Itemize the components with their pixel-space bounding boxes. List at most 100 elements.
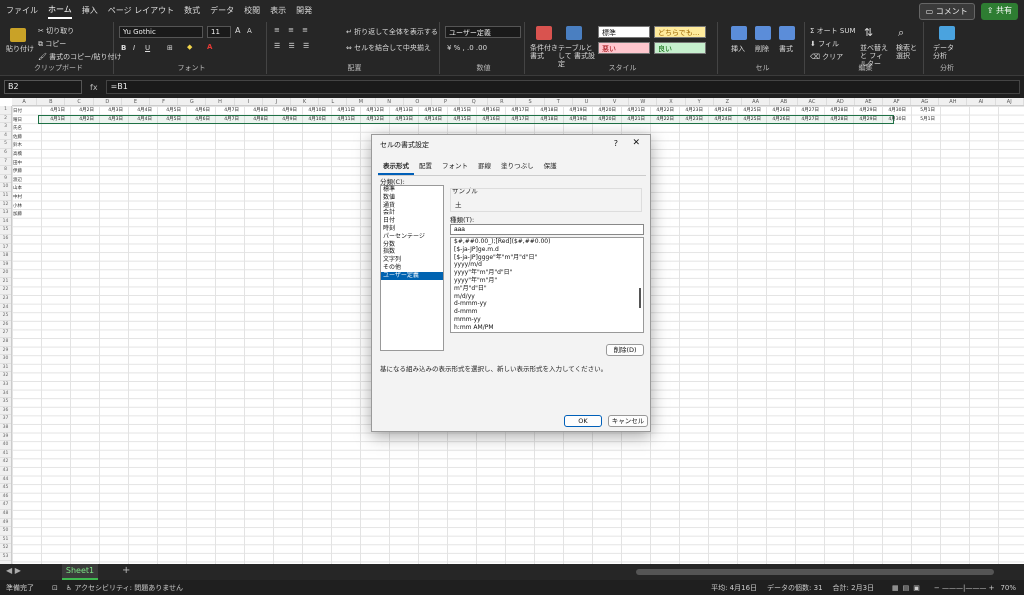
date-cell[interactable]: 5月1日 [908, 116, 937, 125]
row-header[interactable]: 22 [0, 286, 11, 296]
column-header[interactable]: Q [460, 98, 489, 105]
format-item[interactable]: $#,##0.00_);[Red]($#,##0.00) [451, 238, 643, 246]
row-header[interactable]: 5 [0, 140, 11, 149]
row-label-cell[interactable]: 小林 [13, 203, 22, 209]
row-header[interactable]: 16 [0, 235, 11, 244]
row-header[interactable]: 46 [0, 493, 11, 502]
date-cell[interactable]: 4月24日 [705, 107, 734, 116]
wrap-text-button[interactable]: ↵ 折り返して全体を表示する [346, 27, 438, 37]
date-cell[interactable]: 4月7日 [212, 116, 241, 125]
date-cell[interactable]: 4月2日 [67, 107, 96, 116]
column-header[interactable]: F [150, 98, 179, 105]
row-header[interactable]: 27 [0, 329, 11, 339]
row-header[interactable]: 43 [0, 467, 11, 476]
grow-font-button[interactable]: A [235, 26, 240, 35]
tab-data[interactable]: データ [210, 3, 234, 18]
cut-button[interactable]: ✂ 切り取り [38, 26, 74, 36]
column-header[interactable]: A [12, 98, 38, 105]
date-cell[interactable]: 4月8日 [241, 107, 270, 116]
date-cell[interactable]: 4月24日 [705, 116, 734, 125]
view-mode-icons[interactable]: ▦▤▣ [892, 584, 924, 592]
date-cell[interactable]: 4月5日 [154, 107, 183, 116]
format-painter-button[interactable]: 🖌 書式のコピー/貼り付け [38, 52, 121, 62]
row-header[interactable]: 35 [0, 398, 11, 407]
date-cell[interactable]: 4月22日 [647, 116, 676, 125]
date-cell[interactable]: 4月9日 [270, 107, 299, 116]
date-cell[interactable]: 4月25日 [734, 107, 763, 116]
format-item[interactable]: m"月"d"日" [451, 285, 643, 293]
format-list-scrollbar[interactable] [639, 288, 641, 308]
name-box[interactable]: B2 [4, 80, 82, 94]
row-header[interactable]: 21 [0, 278, 11, 287]
accessibility-status[interactable]: ♿ アクセシビリティ: 問題ありません [66, 583, 183, 593]
style-normal[interactable]: 標準 [598, 26, 650, 38]
format-item[interactable]: yyyy"年"m"月" [451, 277, 643, 285]
date-cell[interactable]: 4月8日 [241, 116, 270, 125]
row-header[interactable]: 8 [0, 166, 11, 175]
date-cell[interactable]: 4月6日 [183, 116, 212, 125]
date-cell[interactable]: 4月9日 [270, 116, 299, 125]
date-cell[interactable]: 4月18日 [531, 107, 560, 116]
font-size-select[interactable]: 11 [207, 26, 231, 38]
fill-color-icon[interactable]: ◆ [187, 43, 192, 51]
column-header[interactable]: AH [939, 98, 968, 105]
cancel-button[interactable]: キャンセル [608, 415, 648, 427]
category-list[interactable]: 標準 数値 通貨 会計 日付 時刻 パーセンテージ 分数 指数 文字列 その他 ユーザー定義 [380, 185, 444, 351]
date-cell[interactable]: 4月20日 [589, 107, 618, 116]
row-header[interactable]: 3 [0, 123, 11, 132]
sheet-nav-arrows[interactable]: ◀ ▶ [6, 566, 21, 575]
date-cell[interactable]: 4月3日 [96, 107, 125, 116]
row-header[interactable]: 4 [0, 132, 11, 141]
row-label-cell[interactable]: 氏名 [13, 125, 22, 131]
row-label-cell[interactable]: 高橋 [13, 151, 22, 157]
column-header[interactable]: W [629, 98, 658, 105]
column-header[interactable]: L [319, 98, 348, 105]
date-cell[interactable]: 4月5日 [154, 116, 183, 125]
row-header[interactable]: 49 [0, 519, 11, 528]
row-header[interactable]: 28 [0, 338, 11, 347]
column-header[interactable]: X [657, 98, 686, 105]
row-header[interactable]: 29 [0, 347, 11, 356]
find-select-button[interactable]: 検索と 選択 [896, 44, 922, 60]
format-item[interactable]: h:mm AM/PM [451, 324, 643, 332]
format-item[interactable]: m/d/yy [451, 293, 643, 301]
row-header[interactable]: 38 [0, 424, 11, 433]
format-item[interactable]: d-mmm [451, 308, 643, 316]
column-header[interactable]: K [291, 98, 320, 105]
date-cell[interactable]: 4月27日 [792, 107, 821, 116]
row-header[interactable]: 24 [0, 304, 11, 313]
date-cell[interactable]: 4月13日 [386, 116, 415, 125]
date-cell[interactable]: 4月1日 [38, 116, 67, 125]
formula-input[interactable]: =B1 [105, 80, 1020, 94]
tab-font[interactable]: フォント [437, 157, 473, 175]
tab-review[interactable]: 校閲 [244, 3, 260, 18]
column-header[interactable]: H [206, 98, 235, 105]
row-header[interactable]: 18 [0, 252, 11, 261]
tab-alignment[interactable]: 配置 [414, 157, 437, 175]
row-label-cell[interactable]: 中村 [13, 194, 22, 200]
row-header[interactable]: 42 [0, 458, 11, 467]
row-header[interactable]: 19 [0, 261, 11, 270]
zoom-slider[interactable]: − ———|——— + [934, 584, 995, 592]
date-cell[interactable]: 4月18日 [531, 116, 560, 125]
date-cell[interactable]: 4月30日 [879, 107, 908, 116]
row-header[interactable]: 33 [0, 381, 11, 390]
column-header[interactable]: R [488, 98, 517, 105]
number-format-icons[interactable]: ¥ % , .0 .00 [447, 44, 487, 52]
row-header[interactable]: 31 [0, 364, 11, 373]
fill-button[interactable]: ⬇ フィル [810, 39, 839, 49]
delete-cells-button[interactable]: 削除 [755, 44, 769, 54]
autosum-button[interactable]: Σ オート SUM [810, 26, 856, 36]
column-header[interactable]: AE [855, 98, 883, 105]
font-color-icon[interactable]: A [207, 43, 212, 51]
row-header[interactable]: 7 [0, 158, 11, 167]
column-header[interactable]: I [235, 98, 263, 105]
column-header[interactable]: M [347, 98, 376, 105]
date-cell[interactable]: 4月22日 [647, 107, 676, 116]
tab-developer[interactable]: 開発 [296, 3, 312, 18]
column-header[interactable]: O [404, 98, 432, 105]
type-input[interactable] [450, 224, 644, 235]
tab-insert[interactable]: 挿入 [82, 3, 98, 18]
zoom-level[interactable]: 70% [1000, 584, 1016, 592]
row-label-cell[interactable]: 田中 [13, 160, 22, 166]
